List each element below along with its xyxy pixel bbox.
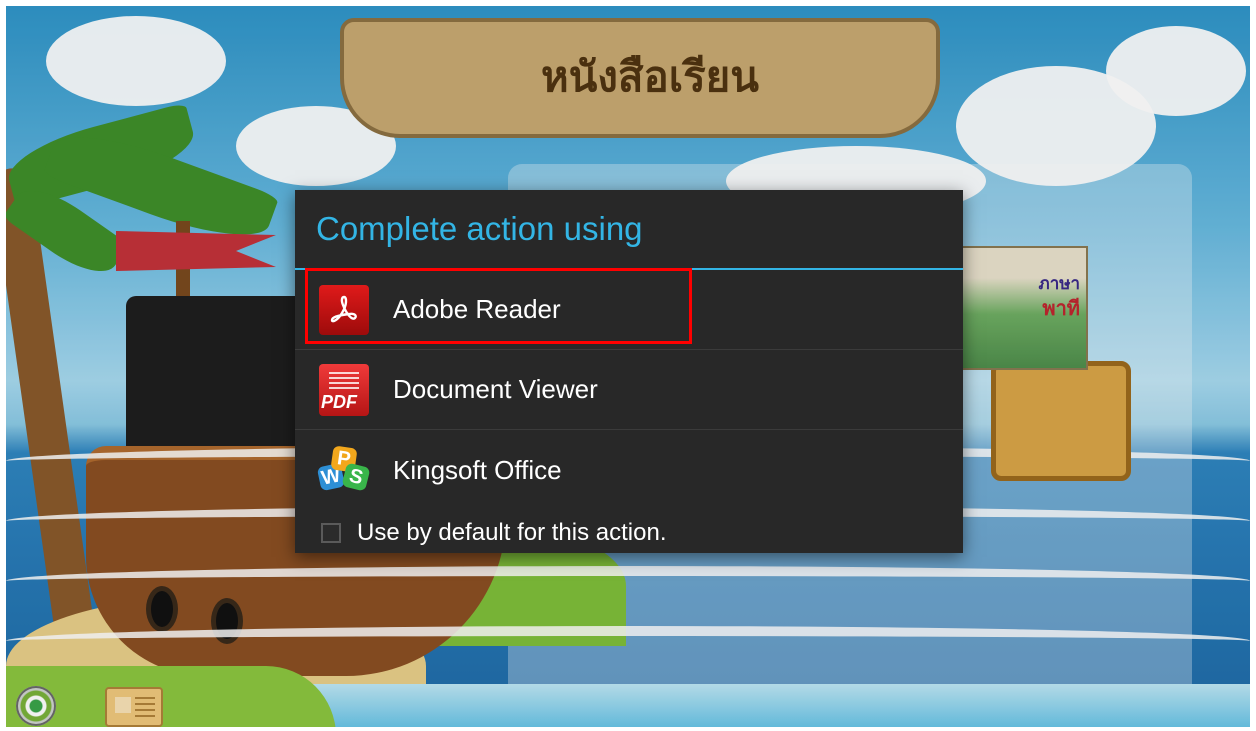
option-document-viewer[interactable]: PDF Document Viewer [295, 350, 963, 430]
use-default-checkbox[interactable] [321, 523, 341, 543]
use-default-row[interactable]: Use by default for this action. [295, 510, 963, 556]
wps-office-icon: W P S [316, 445, 371, 495]
option-adobe-reader[interactable]: Adobe Reader [295, 268, 963, 350]
adobe-reader-icon [319, 284, 369, 335]
option-kingsoft-office[interactable]: W P S Kingsoft Office [295, 430, 963, 510]
option-label: Adobe Reader [393, 294, 561, 324]
wps-letter-s: S [341, 462, 371, 492]
pdf-badge: PDF [321, 391, 357, 412]
acrobat-symbol [330, 295, 357, 322]
option-label: Document Viewer [393, 374, 598, 404]
dialog-title: Complete action using [295, 190, 963, 270]
use-default-label: Use by default for this action. [357, 519, 667, 546]
pdf-document-icon: PDF [319, 363, 369, 416]
complete-action-dialog: Complete action using Adobe Reader PDF D… [295, 190, 963, 553]
option-label: Kingsoft Office [393, 454, 562, 485]
